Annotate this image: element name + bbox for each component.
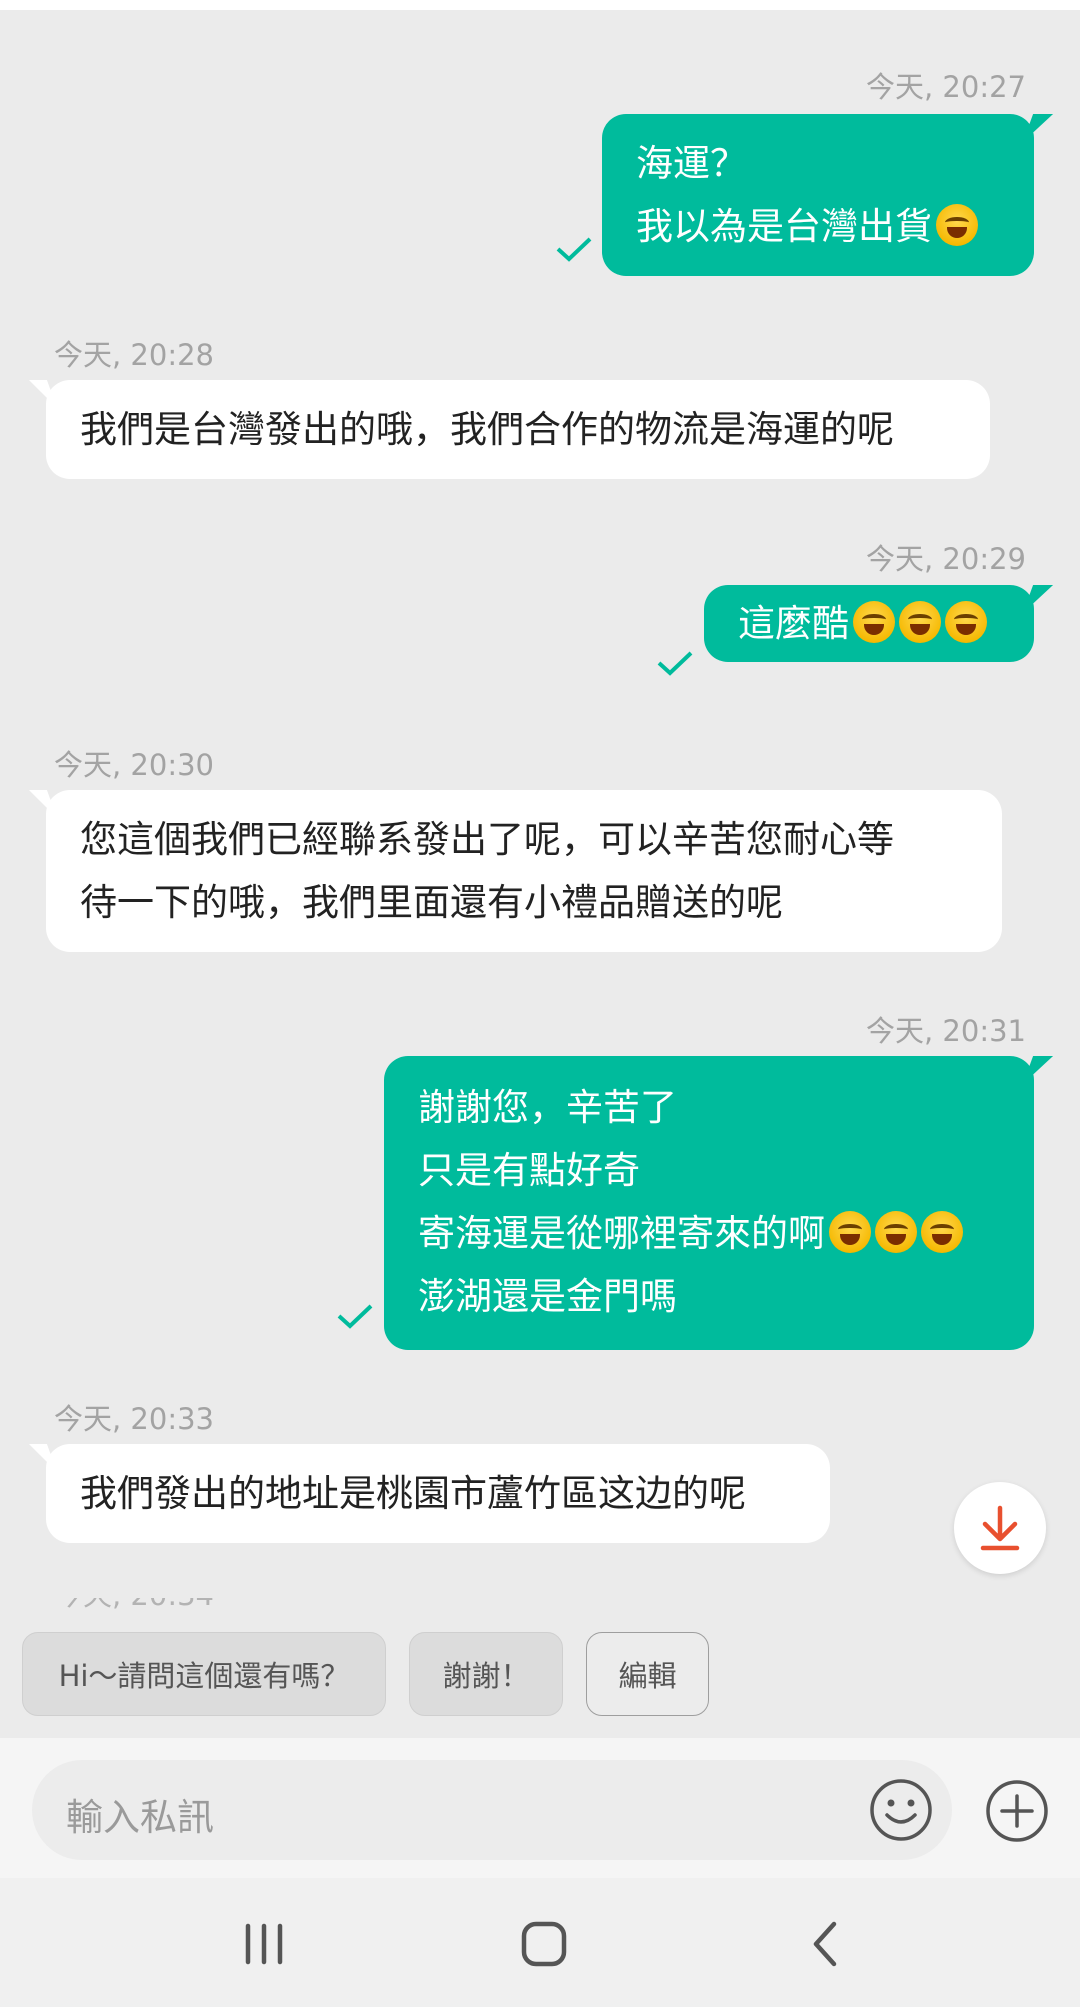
grinning-squinting-face-emoji	[945, 601, 987, 643]
input-placeholder: 輸入私訊	[66, 1796, 214, 1839]
partial-timestamp: 今天, 20:34	[54, 1598, 214, 1610]
message-line: 我以為是台灣出貨	[636, 195, 1000, 258]
message-timestamp: 今天, 20:33	[54, 1402, 215, 1436]
grinning-squinting-face-emoji	[921, 1211, 963, 1253]
arrow-down-icon	[980, 1505, 1020, 1551]
grinning-squinting-face-emoji	[853, 601, 895, 643]
quick-reply-chip[interactable]: Hi～請問這個還有嗎？	[22, 1632, 386, 1716]
message-line: 您這個我們已經聯系發出了呢，可以辛苦您耐心等	[80, 818, 894, 861]
plus-circle-icon[interactable]	[984, 1778, 1050, 1844]
message-timestamp: 今天, 20:30	[54, 748, 215, 782]
message-line: 待一下的哦，我們里面還有小禮品贈送的呢	[80, 881, 783, 924]
recents-icon[interactable]	[234, 1914, 294, 1974]
incoming-message-bubble[interactable]: 我們發出的地址是桃園市蘆竹區这边的呢	[46, 1444, 830, 1543]
quick-reply-chip[interactable]: 謝謝！	[409, 1632, 563, 1716]
check-icon	[337, 1304, 373, 1329]
smiley-icon[interactable]	[868, 1777, 934, 1843]
message-line: 海運？	[636, 142, 747, 185]
message-line: 我們發出的地址是桃園市蘆竹區这边的呢	[80, 1472, 746, 1515]
incoming-message-bubble[interactable]: 您這個我們已經聯系發出了呢，可以辛苦您耐心等 待一下的哦，我們里面還有小禮品贈送…	[46, 790, 1002, 952]
incoming-message-bubble[interactable]: 我們是台灣發出的哦，我們合作的物流是海運的呢	[46, 380, 990, 479]
message-timestamp: 今天, 20:28	[54, 338, 215, 372]
scroll-to-bottom-button[interactable]	[954, 1482, 1046, 1574]
message-timestamp: 今天, 20:31	[865, 1014, 1026, 1048]
message-timestamp: 今天, 20:29	[865, 542, 1026, 576]
message-input[interactable]: 輸入私訊	[32, 1760, 952, 1860]
grinning-squinting-face-emoji	[875, 1211, 917, 1253]
message-line: 澎湖還是金門嗎	[418, 1275, 677, 1318]
back-icon[interactable]	[796, 1914, 856, 1974]
grinning-squinting-face-emoji	[899, 601, 941, 643]
system-navigation-bar	[0, 1878, 1080, 2007]
message-line: 只是有點好奇	[418, 1149, 640, 1192]
edit-quick-replies-button[interactable]: 編輯	[586, 1632, 709, 1716]
message-line: 謝謝您，辛苦了	[418, 1086, 677, 1129]
message-timestamp: 今天, 20:27	[865, 70, 1026, 104]
outgoing-message-bubble[interactable]: 海運？ 我以為是台灣出貨	[602, 114, 1034, 276]
status-strip	[0, 0, 1080, 10]
message-line: 我們是台灣發出的哦，我們合作的物流是海運的呢	[80, 408, 894, 451]
check-icon	[556, 237, 592, 262]
grinning-squinting-face-emoji	[829, 1211, 871, 1253]
outgoing-message-bubble[interactable]: 謝謝您，辛苦了 只是有點好奇 寄海運是從哪裡寄來的啊 澎湖還是金門嗎	[384, 1056, 1034, 1350]
chat-screen: 今天, 20:27 海運？ 我以為是台灣出貨 今天, 20:28 我們是台灣發出…	[0, 0, 1080, 2007]
check-icon	[657, 651, 693, 676]
home-icon[interactable]	[514, 1914, 574, 1974]
message-line: 這麼酷	[738, 592, 1000, 655]
outgoing-message-bubble[interactable]: 這麼酷	[704, 585, 1034, 662]
message-input-bar: 輸入私訊	[0, 1738, 1080, 1878]
message-line: 寄海運是從哪裡寄來的啊	[418, 1202, 1000, 1265]
grinning-squinting-face-emoji	[936, 204, 978, 246]
